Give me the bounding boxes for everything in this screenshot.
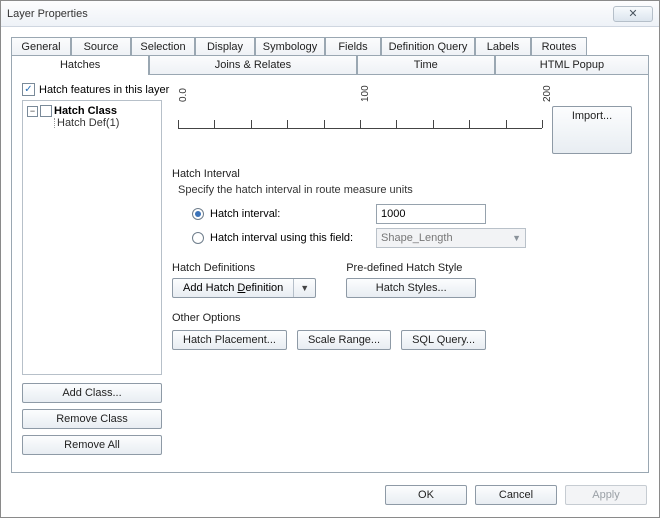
- defs-styles-row: Hatch Definitions Add Hatch Definition ▼…: [172, 262, 638, 298]
- content-area: General Source Selection Display Symbolo…: [1, 27, 659, 473]
- tab-joins-relates[interactable]: Joins & Relates: [149, 55, 356, 74]
- tab-display[interactable]: Display: [195, 37, 255, 56]
- tab-general[interactable]: General: [11, 37, 71, 56]
- tree-root-label: Hatch Class: [54, 105, 117, 117]
- hatch-style-group: Pre-defined Hatch Style Hatch Styles...: [346, 262, 476, 298]
- other-options-group: Other Options Hatch Placement... Scale R…: [172, 312, 638, 350]
- tree-root-row[interactable]: − Hatch Class: [27, 105, 157, 117]
- ok-button[interactable]: OK: [385, 485, 467, 505]
- tab-html-popup[interactable]: HTML Popup: [495, 55, 649, 74]
- tab-time[interactable]: Time: [357, 55, 495, 74]
- tree-root-checkbox[interactable]: [40, 105, 52, 117]
- hatch-styles-button[interactable]: Hatch Styles...: [346, 278, 476, 298]
- other-options-title: Other Options: [172, 312, 638, 324]
- add-hatch-definition-label: Add Hatch Definition: [173, 279, 294, 297]
- close-button[interactable]: ✕: [613, 6, 653, 22]
- remove-all-button[interactable]: Remove All: [22, 435, 162, 455]
- tick-200: 200: [542, 85, 553, 102]
- tree-child-row[interactable]: Hatch Def(1): [27, 117, 157, 129]
- right-column: 0.0 100 200 Import...: [172, 100, 638, 455]
- ruler-line: [178, 128, 542, 129]
- chevron-down-icon[interactable]: ▼: [294, 280, 315, 296]
- hatch-interval-group: Hatch Interval Specify the hatch interva…: [172, 168, 638, 248]
- interval-value-input[interactable]: [376, 204, 486, 224]
- tree-connector: [54, 118, 55, 128]
- tab-row-1: General Source Selection Display Symbolo…: [11, 37, 649, 56]
- radio-dot: [195, 211, 201, 217]
- tick-100: 100: [360, 85, 371, 102]
- other-options-row: Hatch Placement... Scale Range... SQL Qu…: [172, 330, 638, 350]
- titlebar: Layer Properties ✕: [1, 1, 659, 27]
- dialog-footer: OK Cancel Apply: [1, 473, 659, 517]
- hatch-style-title: Pre-defined Hatch Style: [346, 262, 476, 274]
- hatch-interval-title: Hatch Interval: [172, 168, 638, 180]
- scale-range-button[interactable]: Scale Range...: [297, 330, 391, 350]
- window-title: Layer Properties: [7, 8, 88, 20]
- expand-icon[interactable]: −: [27, 106, 38, 117]
- tab-definition-query[interactable]: Definition Query: [381, 37, 475, 56]
- interval-radio-field[interactable]: [192, 232, 204, 244]
- tab-fields[interactable]: Fields: [325, 37, 381, 56]
- hatch-placement-button[interactable]: Hatch Placement...: [172, 330, 287, 350]
- layer-properties-window: Layer Properties ✕ General Source Select…: [0, 0, 660, 518]
- left-column: − Hatch Class Hatch Def(1) Add Class... …: [22, 100, 162, 455]
- tab-selection[interactable]: Selection: [131, 37, 195, 56]
- remove-class-button[interactable]: Remove Class: [22, 409, 162, 429]
- interval-opt2-row: Hatch interval using this field: Shape_L…: [192, 228, 638, 248]
- tab-labels[interactable]: Labels: [475, 37, 531, 56]
- interval-opt2-label: Hatch interval using this field:: [210, 232, 370, 244]
- interval-opt1-label: Hatch interval:: [210, 208, 370, 220]
- interval-radio-value[interactable]: [192, 208, 204, 220]
- tab-symbology[interactable]: Symbology: [255, 37, 325, 56]
- import-button[interactable]: Import...: [552, 106, 632, 154]
- tick-0: 0.0: [178, 88, 189, 102]
- hatch-features-checkbox[interactable]: ✓: [22, 83, 35, 96]
- tab-hatches[interactable]: Hatches: [11, 55, 149, 74]
- close-icon: ✕: [628, 7, 637, 20]
- hatch-definitions-title: Hatch Definitions: [172, 262, 316, 274]
- hatch-interval-subtitle: Specify the hatch interval in route meas…: [178, 184, 638, 196]
- hatch-definitions-group: Hatch Definitions Add Hatch Definition ▼: [172, 262, 316, 298]
- tree-child-label: Hatch Def(1): [57, 117, 119, 129]
- add-class-button[interactable]: Add Class...: [22, 383, 162, 403]
- interval-opt1-row: Hatch interval:: [192, 204, 638, 224]
- chevron-down-icon: ▼: [512, 233, 521, 243]
- cancel-button[interactable]: Cancel: [475, 485, 557, 505]
- tab-row-2: Hatches Joins & Relates Time HTML Popup: [11, 55, 649, 74]
- tab-source[interactable]: Source: [71, 37, 131, 56]
- sql-query-button[interactable]: SQL Query...: [401, 330, 486, 350]
- body-columns: − Hatch Class Hatch Def(1) Add Class... …: [22, 100, 638, 455]
- tabs: General Source Selection Display Symbolo…: [11, 37, 649, 74]
- apply-button: Apply: [565, 485, 647, 505]
- interval-field-value: Shape_Length: [381, 232, 453, 244]
- hatch-class-tree[interactable]: − Hatch Class Hatch Def(1): [22, 100, 162, 375]
- tab-routes[interactable]: Routes: [531, 37, 587, 56]
- interval-field-select: Shape_Length ▼: [376, 228, 526, 248]
- ruler: 0.0 100 200: [178, 128, 542, 154]
- left-buttons: Add Class... Remove Class Remove All: [22, 375, 162, 455]
- add-hatch-definition-button[interactable]: Add Hatch Definition ▼: [172, 278, 316, 298]
- ruler-area: 0.0 100 200 Import...: [178, 102, 632, 154]
- hatch-features-label: Hatch features in this layer: [39, 84, 169, 96]
- tab-panel: ✓ Hatch features in this layer − Hatch C…: [11, 74, 649, 473]
